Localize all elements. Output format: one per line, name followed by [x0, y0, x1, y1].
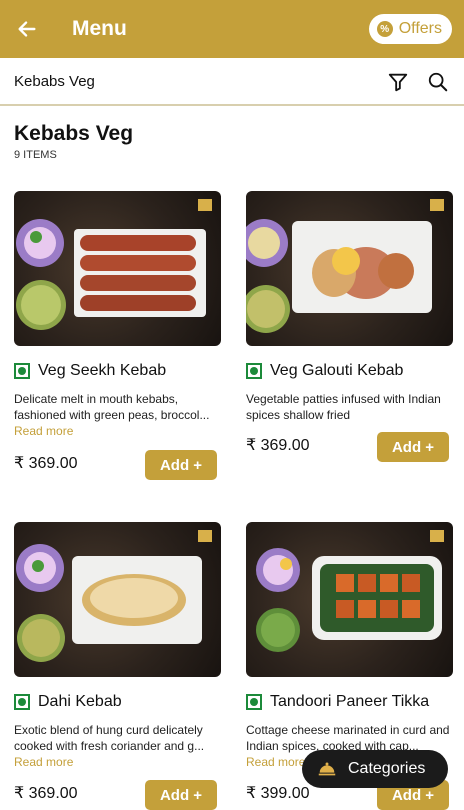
food-image — [246, 191, 453, 346]
offers-label: Offers — [398, 20, 442, 37]
page-title: Menu — [72, 17, 127, 40]
item-name-label: Dahi Kebab — [38, 693, 122, 710]
section-heading: Kebabs Veg — [14, 122, 134, 145]
menu-item-card[interactable]: Veg Seekh Kebab Delicate melt in mouth k… — [14, 191, 221, 480]
item-price: ₹ 369.00 — [246, 437, 310, 454]
veg-indicator-icon — [246, 363, 262, 379]
item-price: ₹ 399.00 — [246, 785, 310, 802]
menu-item-card[interactable]: Tandoori Paneer Tikka Cottage cheese mar… — [246, 522, 453, 810]
app-bar: Menu % Offers — [0, 0, 464, 58]
read-more-link[interactable]: Read more — [14, 755, 221, 769]
add-button[interactable]: Add + — [145, 780, 217, 810]
add-button[interactable]: Add + — [145, 450, 217, 480]
item-name-label: Tandoori Paneer Tikka — [270, 693, 430, 710]
food-image — [14, 522, 221, 677]
category-title: Kebabs Veg — [14, 72, 95, 90]
add-button[interactable]: Add + — [377, 432, 449, 462]
filter-icon[interactable] — [386, 70, 410, 94]
category-bar: Kebabs Veg — [0, 58, 464, 106]
cloche-icon — [318, 762, 336, 776]
item-description: Vegetable patties infused with Indian sp… — [246, 392, 441, 422]
item-price: ₹ 369.00 — [14, 785, 78, 802]
offers-button[interactable]: % Offers — [368, 14, 452, 44]
veg-indicator-icon — [246, 694, 262, 710]
item-name: Dahi Kebab — [14, 693, 221, 711]
item-name-label: Veg Seekh Kebab — [38, 362, 167, 379]
back-button[interactable] — [0, 0, 54, 58]
veg-indicator-icon — [14, 694, 30, 710]
veg-indicator-icon — [14, 363, 30, 379]
menu-item-card[interactable]: Veg Galouti Kebab Vegetable patties infu… — [246, 191, 453, 462]
item-count: 9 ITEMS — [14, 149, 57, 161]
item-name: Veg Galouti Kebab — [246, 362, 453, 380]
item-price: ₹ 369.00 — [14, 455, 78, 472]
item-description: Exotic blend of hung curd delicately coo… — [14, 723, 205, 753]
item-name: Veg Seekh Kebab — [14, 362, 221, 380]
discount-icon: % — [376, 21, 393, 37]
food-image — [14, 191, 221, 346]
categories-label: Categories — [348, 760, 426, 777]
item-name-label: Veg Galouti Kebab — [270, 362, 404, 379]
item-name: Tandoori Paneer Tikka — [246, 693, 453, 711]
categories-button[interactable]: Categories — [302, 750, 448, 788]
arrow-left-icon — [18, 21, 36, 37]
item-description: Delicate melt in mouth kebabs, fashioned… — [14, 392, 210, 422]
menu-item-card[interactable]: Dahi Kebab Exotic blend of hung curd del… — [14, 522, 221, 810]
read-more-link[interactable]: Read more — [14, 424, 221, 438]
food-image — [246, 522, 453, 677]
search-icon[interactable] — [426, 70, 450, 94]
